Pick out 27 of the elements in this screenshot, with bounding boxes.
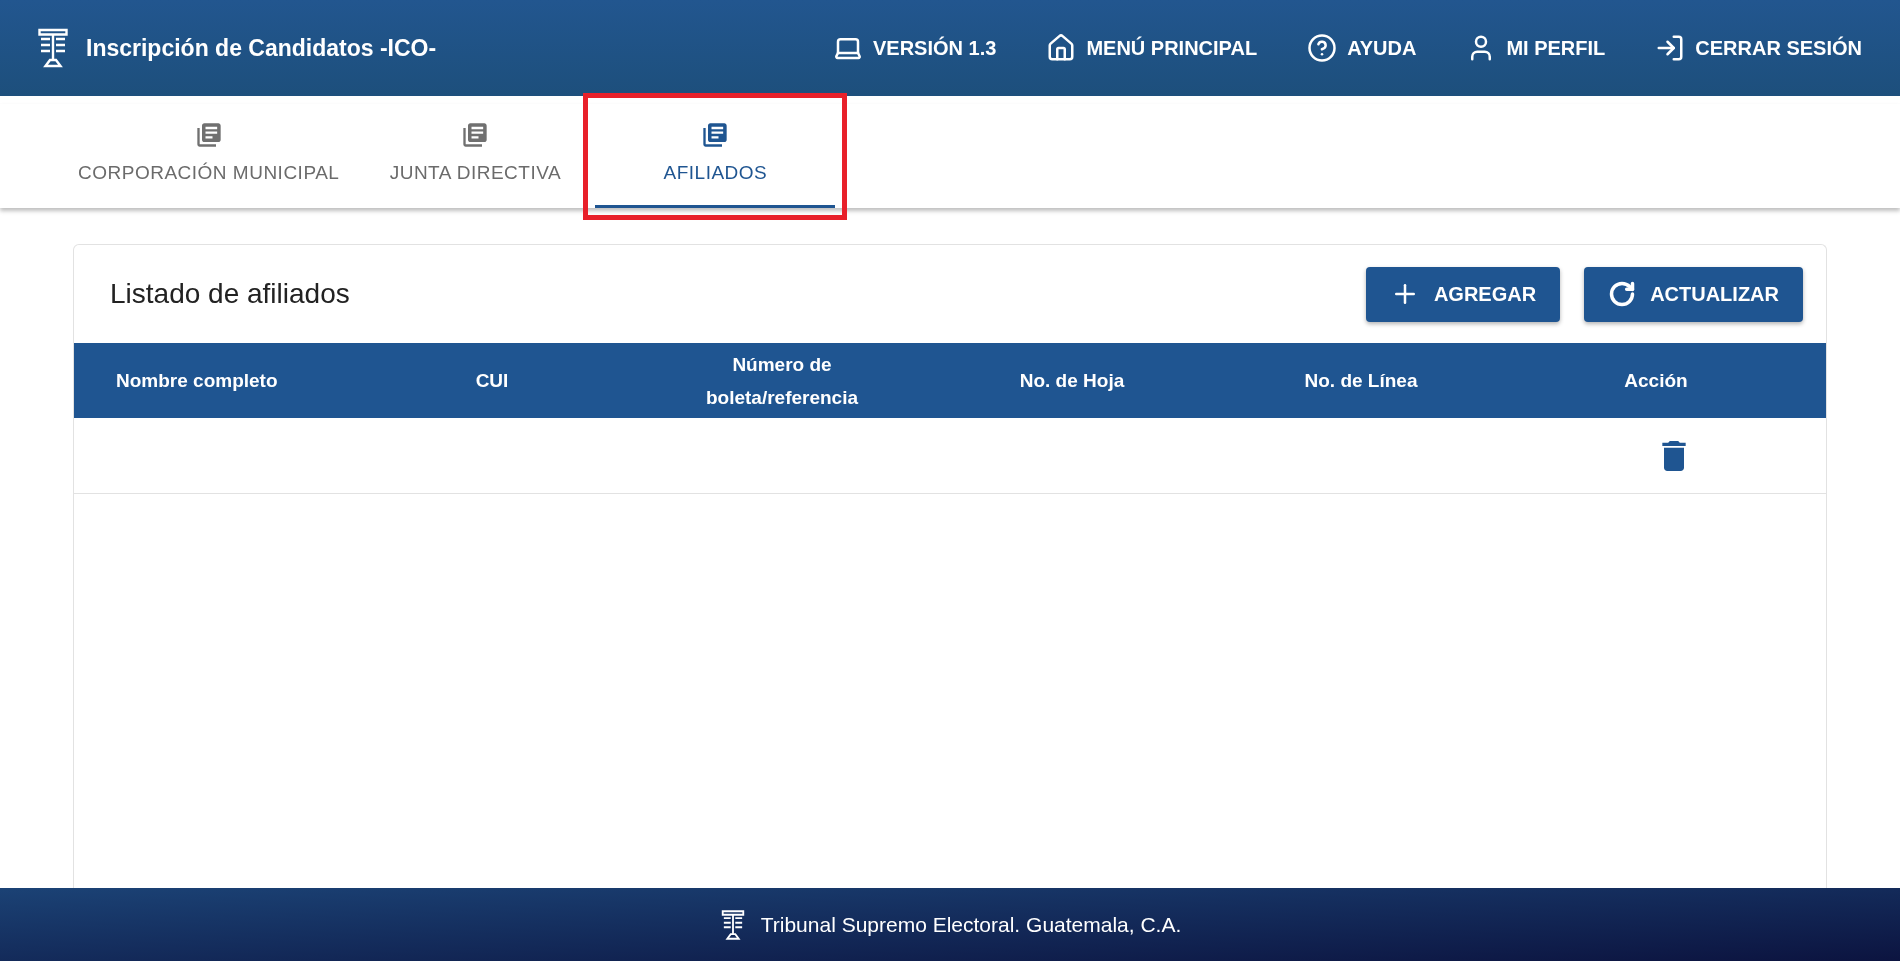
tab[interactable]: JUNTA DIRECTIVA: [355, 104, 596, 208]
document-stack-icon: [194, 121, 223, 150]
app-title: Inscripción de Candidatos -ICO-: [86, 33, 437, 63]
home-icon: [1046, 33, 1077, 63]
column-header: No. de Línea: [1304, 369, 1418, 393]
logout-icon: [1655, 33, 1686, 63]
tab[interactable]: CORPORACIÓN MUNICIPAL: [62, 104, 356, 208]
nav-link[interactable]: CERRAR SESIÓN: [1655, 33, 1862, 63]
nav-link[interactable]: MI PERFIL: [1466, 33, 1606, 63]
document-stack-icon: [701, 121, 730, 150]
document-stack-icon: [461, 121, 490, 150]
nav-link[interactable]: AYUDA: [1307, 33, 1417, 63]
help-icon: [1307, 33, 1338, 63]
column-header: Número de boleta/referencia: [704, 352, 860, 410]
footer-text: Tribunal Supremo Electoral. Guatemala, C.A.: [760, 911, 1182, 938]
refresh-button[interactable]: ACTUALIZAR: [1584, 266, 1803, 322]
nav-link[interactable]: MENÚ PRINCIPAL: [1046, 33, 1258, 63]
column-header: Nombre completo: [116, 369, 278, 393]
column-header: Acción: [1624, 369, 1688, 393]
column-header: CUI: [475, 369, 509, 393]
delete-button[interactable]: [1662, 440, 1686, 471]
add-button[interactable]: AGREGAR: [1365, 266, 1561, 322]
refresh-icon: [1608, 280, 1637, 308]
card-title: Listado de afiliados: [110, 277, 350, 311]
nav-link[interactable]: VERSIÓN 1.3: [833, 33, 997, 63]
trash-icon: [1662, 440, 1686, 471]
column-header: No. de Hoja: [1019, 369, 1125, 393]
